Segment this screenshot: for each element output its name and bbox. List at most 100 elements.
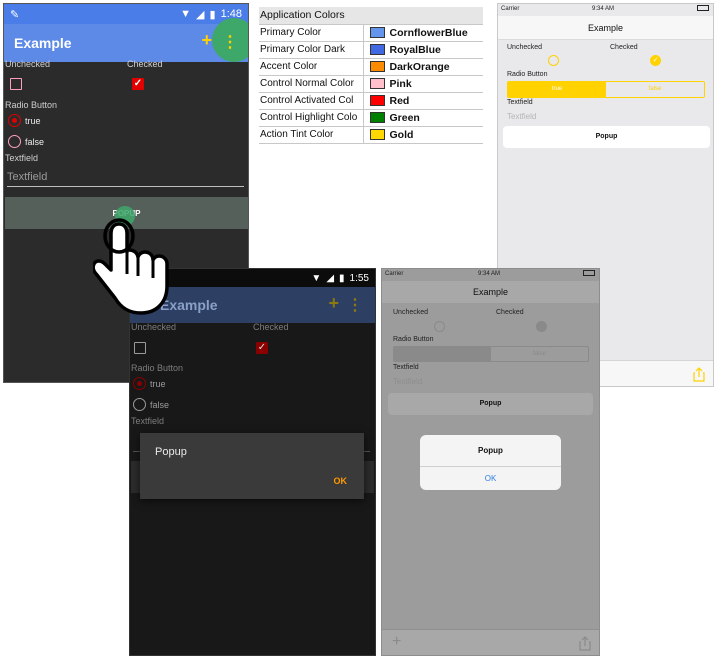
unchecked-label: Unchecked — [507, 44, 543, 51]
dialog-ok-button[interactable]: OK — [334, 476, 348, 486]
color-name: Primary Color — [259, 24, 363, 42]
popup-alert: Popup OK — [420, 435, 561, 490]
page-title: Example — [587, 23, 623, 33]
color-value-text: CornflowerBlue — [389, 26, 468, 39]
more-icon[interactable]: ⋮ — [222, 32, 238, 52]
unchecked-checkbox[interactable] — [548, 55, 559, 66]
checked-checkbox[interactable]: ✓ — [650, 55, 661, 66]
android-status-bar: ✎ ▼ ◢ ▮ 1:48 — [4, 4, 248, 24]
table-row: Control Normal Color Pink — [259, 75, 483, 93]
color-value: Red — [362, 92, 483, 110]
signal-icon: ◢ — [326, 272, 335, 284]
color-value: Green — [362, 109, 483, 127]
table-row: Primary Color Dark RoyalBlue — [259, 41, 483, 59]
color-swatch — [369, 44, 385, 56]
checked-checkbox[interactable]: ✓ — [256, 342, 268, 354]
color-name: Control Highlight Colo — [259, 109, 363, 127]
unchecked-label: Unchecked — [5, 59, 51, 69]
colors-table-header: Application Colors — [259, 7, 483, 25]
radio-segmented-control[interactable]: false — [393, 346, 589, 362]
add-icon[interactable]: + — [392, 633, 401, 651]
bottom-toolbar: + — [382, 629, 599, 655]
ios-status-bar: Carrier 9:34 AM — [382, 269, 599, 281]
nav-bar: Example — [382, 281, 599, 303]
color-value-text: Red — [389, 94, 410, 107]
color-value-text: Green — [389, 111, 420, 124]
radio-false[interactable] — [133, 398, 146, 411]
checked-label: Checked — [610, 44, 638, 51]
application-colors-table: Application Colors Primary Color Cornflo… — [259, 7, 483, 144]
status-time: 1:55 — [349, 272, 369, 284]
textfield-input[interactable]: Textfield — [507, 112, 705, 121]
wifi-icon: ▼ — [311, 272, 322, 284]
radio-label: Radio Button — [5, 100, 58, 110]
battery-icon: ▮ — [339, 272, 345, 284]
radio-true-label: true — [25, 116, 41, 126]
page-title: Example — [14, 35, 72, 51]
popup-button-label: Popup — [595, 133, 618, 140]
battery-icon: ▮ — [209, 8, 216, 21]
share-icon[interactable] — [579, 636, 591, 651]
ios-phone-alert: Carrier 9:34 AM Example Unchecked Checke… — [381, 268, 600, 656]
radio-false[interactable] — [8, 135, 21, 148]
carrier-text: Carrier — [501, 6, 520, 12]
pointing-hand-icon — [93, 218, 169, 315]
page-title: Example — [472, 287, 508, 297]
android-toolbar: Example + ⋮ — [4, 18, 248, 62]
unchecked-checkbox[interactable] — [434, 321, 445, 332]
color-value-text: RoyalBlue — [389, 43, 441, 56]
edit-icon: ✎ — [10, 9, 20, 21]
color-value-text: Gold — [389, 128, 414, 141]
radio-true[interactable] — [8, 114, 21, 127]
popup-button-label: Popup — [479, 400, 502, 407]
unchecked-checkbox[interactable] — [10, 78, 22, 90]
radio-true-label: true — [150, 379, 166, 389]
popup-button[interactable]: Popup — [388, 393, 593, 415]
color-name: Control Activated Col — [259, 92, 363, 110]
add-icon[interactable]: + — [328, 293, 339, 314]
radio-segmented-control[interactable]: true false — [507, 81, 705, 98]
carrier-text: Carrier — [385, 271, 404, 277]
color-value: RoyalBlue — [362, 41, 483, 59]
table-row: Accent Color DarkOrange — [259, 58, 483, 76]
segment-false[interactable]: false — [491, 347, 588, 361]
checked-label: Checked — [496, 309, 524, 316]
textfield-label: Textfield — [393, 364, 419, 371]
table-row: Control Activated Col Red — [259, 92, 483, 110]
color-swatch — [369, 129, 385, 141]
segment-false[interactable]: false — [606, 82, 704, 97]
segment-true[interactable]: true — [508, 82, 606, 97]
checked-label: Checked — [253, 322, 289, 332]
color-swatch — [369, 78, 385, 90]
unchecked-checkbox[interactable] — [134, 342, 146, 354]
radio-label: Radio Button — [393, 336, 434, 343]
android-phone-dialog: ▼ ◢ ▮ 1:55 Example + ⋮ Unchecked Checked… — [129, 268, 376, 656]
share-icon[interactable] — [693, 367, 705, 382]
nav-bar: Example — [498, 16, 713, 40]
checked-checkbox[interactable]: ✓ — [132, 78, 144, 90]
status-time: 9:34 AM — [478, 271, 501, 277]
color-name: Primary Color Dark — [259, 41, 363, 59]
radio-false-label: false — [150, 400, 170, 410]
textfield-input[interactable]: Textfield — [393, 377, 422, 386]
color-value-text: Pink — [389, 77, 412, 90]
alert-ok-button[interactable]: OK — [420, 467, 561, 490]
radio-false-label: false — [25, 137, 45, 147]
radio-true[interactable] — [133, 377, 146, 390]
color-swatch — [369, 27, 385, 39]
add-icon[interactable]: + — [201, 30, 212, 51]
color-name: Accent Color — [259, 58, 363, 76]
textfield-input[interactable]: Textfield — [7, 171, 244, 187]
unchecked-label: Unchecked — [393, 309, 429, 316]
more-icon[interactable]: ⋮ — [347, 295, 363, 315]
alert-title: Popup — [420, 435, 561, 467]
checked-checkbox[interactable] — [536, 321, 547, 332]
signal-icon: ◢ — [196, 8, 205, 21]
battery-icon — [583, 270, 595, 276]
color-value: Gold — [362, 126, 483, 144]
segment-true[interactable] — [394, 347, 491, 361]
unchecked-label: Unchecked — [131, 322, 177, 332]
popup-button[interactable]: Popup — [503, 126, 710, 148]
color-value: Pink — [362, 75, 483, 93]
color-name: Control Normal Color — [259, 75, 363, 93]
